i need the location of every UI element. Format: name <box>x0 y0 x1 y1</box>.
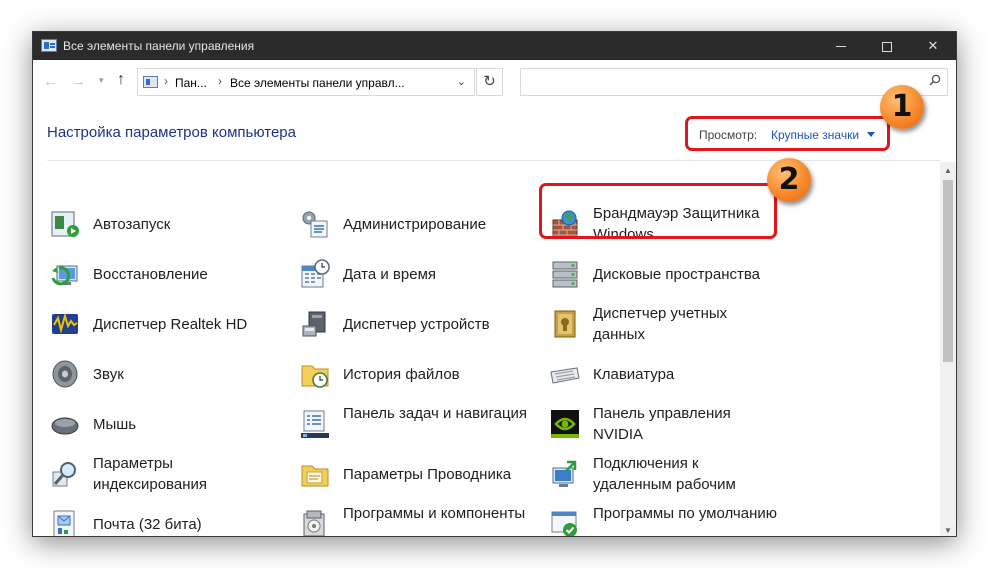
maximize-icon <box>882 41 892 52</box>
breadcrumb-separator: › <box>164 74 168 88</box>
divider <box>47 160 941 161</box>
address-dropdown-icon[interactable]: ⌄ <box>457 75 466 88</box>
close-button[interactable]: ✕ <box>910 32 956 60</box>
item-label: Программы и компоненты <box>343 505 526 522</box>
item-label: Дисковые пространства <box>593 266 761 283</box>
item-label: Диспетчер Realtek HD <box>93 316 248 333</box>
minimize-icon <box>836 46 846 48</box>
item-label: Клавиатура <box>593 366 675 383</box>
administrative-tools-icon <box>302 211 328 238</box>
forward-button[interactable]: → <box>71 73 86 90</box>
storage-spaces-icon <box>552 261 578 288</box>
up-button[interactable]: ↑ <box>117 71 125 89</box>
window-title: Все элементы панели управления <box>63 39 255 53</box>
item-device-manager[interactable]: Диспетчер устройств <box>299 302 531 348</box>
item-remote-desktop-connections[interactable]: Подключения к удаленным рабочим <box>549 452 781 498</box>
date-time-icon <box>301 259 330 288</box>
realtek-audio-icon <box>52 312 78 334</box>
item-label: Дата и время <box>343 266 437 283</box>
item-autoplay[interactable]: Автозапуск <box>49 202 281 248</box>
item-administrative-tools[interactable]: Администрирование <box>299 202 531 248</box>
item-mouse[interactable]: Мышь <box>49 402 281 448</box>
device-manager-icon <box>302 311 326 337</box>
address-bar[interactable]: › Пан... › Все элементы панели управл...… <box>137 68 475 96</box>
highlight-firewall <box>539 183 777 239</box>
item-label: Программы по умолчанию <box>593 505 777 522</box>
item-label: Подключения к удаленным рабочим <box>593 455 736 493</box>
title-bar[interactable]: Все элементы панели управления ✕ <box>33 32 956 60</box>
item-taskbar-navigation[interactable]: Панель задач и навигация <box>299 402 531 448</box>
sound-icon <box>52 360 78 388</box>
item-label: Автозапуск <box>93 216 171 233</box>
item-label: Почта (32 бита) <box>93 516 202 533</box>
scroll-down-icon[interactable]: ▼ <box>944 526 952 535</box>
refresh-icon: ↻ <box>483 73 496 90</box>
indexing-icon <box>52 462 76 487</box>
item-file-history[interactable]: История файлов <box>299 352 531 398</box>
minimize-button[interactable] <box>818 32 864 60</box>
autoplay-icon <box>51 211 79 237</box>
credential-manager-icon <box>554 310 576 338</box>
scroll-up-icon[interactable]: ▲ <box>944 166 952 175</box>
breadcrumb-item[interactable]: Пан... <box>175 76 207 90</box>
item-programs-features[interactable]: Программы и компоненты <box>299 502 531 536</box>
default-programs-icon <box>551 511 577 536</box>
page-title: Настройка параметров компьютера <box>47 124 296 141</box>
highlight-view-mode <box>685 116 890 151</box>
item-label: Панель управления NVIDIA <box>593 405 731 443</box>
control-panel-window: Все элементы панели управления ✕ ← → ▾ ↑… <box>32 31 957 537</box>
item-default-programs[interactable]: Программы по умолчанию <box>549 502 781 536</box>
item-label: Восстановление <box>93 266 208 283</box>
item-mail[interactable]: Почта (32 бита) <box>49 502 281 536</box>
item-indexing-options[interactable]: Параметры индексирования <box>49 452 281 498</box>
navigation-bar: ← → ▾ ↑ › Пан... › Все элементы панели у… <box>33 60 956 105</box>
item-label: Диспетчер устройств <box>343 316 490 333</box>
mouse-icon <box>51 417 79 435</box>
recovery-icon <box>51 265 78 286</box>
search-input[interactable] <box>520 68 948 96</box>
item-date-time[interactable]: Дата и время <box>299 252 531 298</box>
item-label: Диспетчер учетных данных <box>593 305 728 343</box>
item-label: Звук <box>93 366 124 383</box>
taskbar-icon <box>301 410 329 438</box>
control-panel-icon <box>41 39 57 52</box>
search-icon <box>929 74 941 86</box>
main-content: Настройка параметров компьютера Просмотр… <box>33 105 956 536</box>
maximize-button[interactable] <box>864 32 910 60</box>
scrollbar-thumb[interactable] <box>943 180 953 362</box>
close-icon: ✕ <box>927 38 939 53</box>
back-button[interactable]: ← <box>43 73 58 90</box>
item-storage-spaces[interactable]: Дисковые пространства <box>549 252 781 298</box>
item-label: Администрирование <box>343 216 487 233</box>
item-label: Мышь <box>93 416 137 433</box>
breadcrumb-separator: › <box>218 74 222 88</box>
breadcrumb-item[interactable]: Все элементы панели управл... <box>230 76 405 90</box>
explorer-options-icon <box>301 465 329 487</box>
item-realtek-hd[interactable]: Диспетчер Realtek HD <box>49 302 281 348</box>
mail-icon <box>53 510 75 536</box>
file-history-icon <box>301 365 329 388</box>
item-nvidia-control-panel[interactable]: Панель управления NVIDIA <box>549 402 781 448</box>
item-credential-manager[interactable]: Диспетчер учетных данных <box>549 302 781 348</box>
item-explorer-options[interactable]: Параметры Проводника <box>299 452 531 498</box>
item-keyboard[interactable]: Клавиатура <box>549 352 781 398</box>
item-label: Панель задач и навигация <box>343 405 528 422</box>
control-panel-icon <box>143 76 158 88</box>
remote-connections-icon <box>552 460 577 487</box>
step-badge-1: 1 <box>880 85 924 129</box>
item-sound[interactable]: Звук <box>49 352 281 398</box>
step-badge-2: 2 <box>767 158 811 202</box>
vertical-scrollbar[interactable]: ▲ ▼ <box>940 162 956 536</box>
keyboard-icon <box>550 367 580 384</box>
item-recovery[interactable]: Восстановление <box>49 252 281 298</box>
nvidia-icon <box>551 410 579 438</box>
refresh-button[interactable]: ↻ <box>476 68 503 96</box>
item-label: История файлов <box>343 366 460 383</box>
item-label: Параметры Проводника <box>343 466 512 483</box>
programs-features-icon <box>303 510 325 536</box>
recent-locations-button[interactable]: ▾ <box>99 75 104 86</box>
item-label: Параметры индексирования <box>93 455 207 493</box>
